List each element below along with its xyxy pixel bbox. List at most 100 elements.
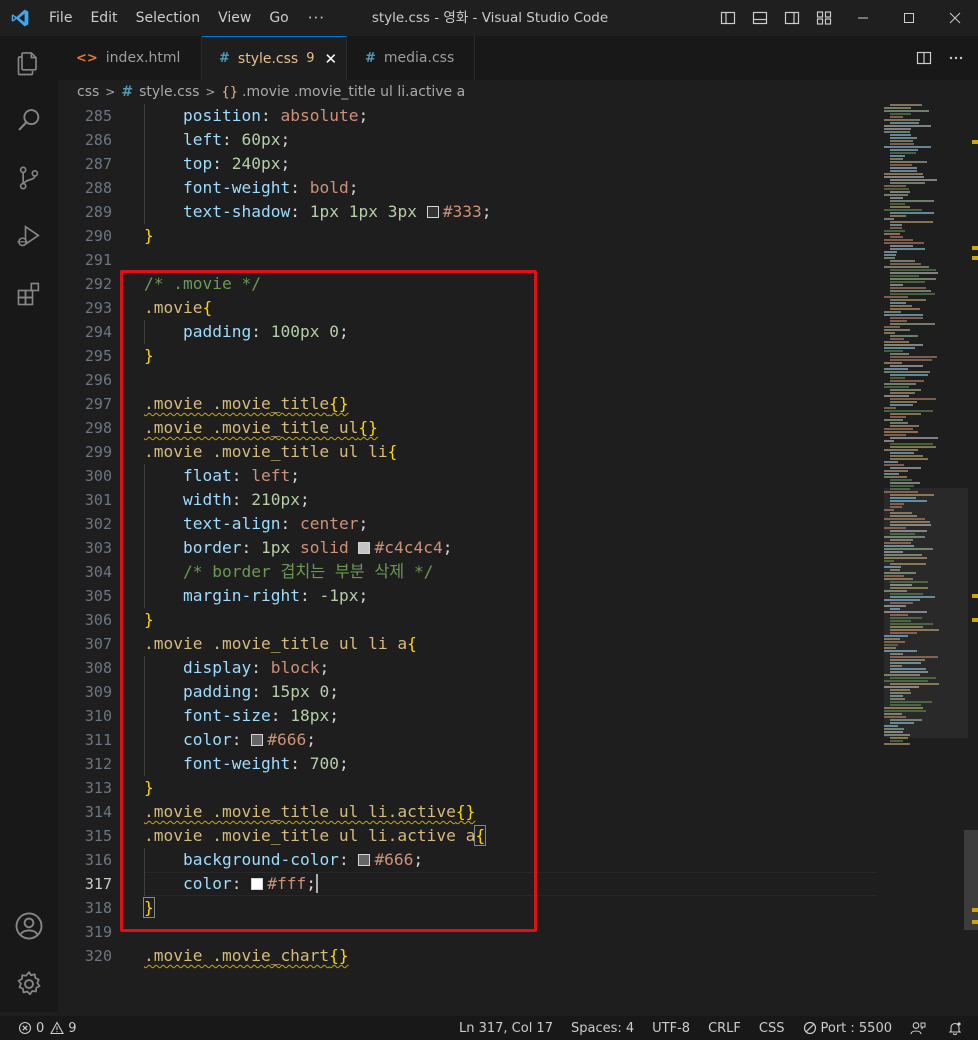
code-token: : — [260, 106, 281, 125]
minimap-line — [884, 428, 913, 430]
minimap-line — [884, 251, 897, 253]
code-line[interactable]: .movie .movie_chart{} — [144, 944, 349, 968]
minimap-line — [884, 461, 898, 463]
minimap-line — [890, 272, 938, 274]
maximize-icon[interactable] — [886, 0, 932, 36]
line-number: 288 — [84, 179, 112, 197]
tab-media-css[interactable]: # media.css — [347, 36, 475, 80]
run-and-debug-icon[interactable] — [0, 212, 58, 260]
source-control-icon[interactable] — [0, 154, 58, 202]
scrollbar-thumb[interactable] — [964, 830, 978, 930]
menu-selection[interactable]: Selection — [127, 0, 210, 36]
tab-label: style.css — [237, 50, 299, 67]
code-token: left — [183, 130, 222, 149]
close-tab-icon[interactable]: ✕ — [325, 50, 338, 68]
minimap-line — [884, 545, 914, 547]
problems-status[interactable]: 0 9 — [18, 1016, 86, 1040]
code-token: #333 — [442, 202, 482, 221]
code-line[interactable]: text-shadow: 1px 1px 3px #333; — [183, 200, 491, 224]
breadcrumb-file[interactable]: style.css — [139, 84, 199, 100]
notifications-bell-icon[interactable] — [939, 1016, 978, 1040]
tab-index-html[interactable]: <> index.html — [58, 36, 202, 80]
minimap-line — [884, 350, 903, 352]
minimap-line — [884, 713, 902, 715]
minimap-line — [884, 734, 910, 736]
color-swatch[interactable] — [426, 206, 439, 218]
toggle-secondary-sidebar-icon[interactable] — [776, 0, 808, 36]
indent-guide — [144, 152, 145, 176]
minimap-line — [890, 455, 923, 457]
minimap-line — [884, 725, 898, 727]
code-token: 240px — [231, 154, 281, 173]
line-number: 295 — [84, 347, 112, 365]
menu-edit[interactable]: Edit — [81, 0, 126, 36]
minimap-line — [890, 698, 905, 700]
minimap-line — [884, 566, 901, 568]
minimap-line — [884, 209, 922, 211]
more-actions-icon[interactable] — [940, 36, 972, 80]
breadcrumb-symbol[interactable]: .movie .movie_title ul li.active a — [242, 84, 465, 100]
code-token: : — [212, 154, 232, 173]
minimize-icon[interactable] — [840, 0, 886, 36]
indentation-setting[interactable]: Spaces: 4 — [562, 1016, 643, 1040]
minimap-line — [884, 635, 908, 637]
minimap-line — [884, 551, 903, 553]
manage-gear-icon[interactable] — [0, 960, 58, 1008]
minimap-line — [890, 200, 934, 202]
breadcrumb-folder[interactable]: css — [77, 84, 99, 100]
customize-layout-icon[interactable] — [808, 0, 840, 36]
scrollbar-warning-marker — [972, 246, 978, 250]
feedback-icon[interactable] — [901, 1016, 939, 1040]
toggle-primary-sidebar-icon[interactable] — [712, 0, 744, 36]
minimap-line — [890, 203, 905, 205]
minimap-line — [890, 416, 906, 418]
menu-file[interactable]: File — [40, 0, 81, 36]
code-line[interactable]: } — [144, 224, 154, 248]
minimap-line — [890, 392, 915, 394]
toggle-panel-icon[interactable] — [744, 0, 776, 36]
minimap-line — [884, 605, 906, 607]
file-encoding[interactable]: UTF-8 — [643, 1016, 699, 1040]
language-mode[interactable]: CSS — [750, 1016, 794, 1040]
minimap-line — [890, 569, 900, 571]
minimap-line — [890, 308, 920, 310]
minimap-line — [890, 398, 936, 400]
extensions-icon[interactable] — [0, 270, 58, 318]
minimap-line — [890, 620, 911, 622]
accounts-icon[interactable] — [0, 902, 58, 950]
explorer-icon[interactable] — [0, 40, 58, 88]
live-server-port[interactable]: Port : 5500 — [794, 1016, 902, 1040]
minimap-line — [890, 149, 918, 151]
code-token: : — [290, 178, 310, 197]
cursor-position[interactable]: Ln 317, Col 17 — [450, 1016, 562, 1040]
minimap[interactable] — [884, 104, 968, 1012]
minimap-line — [884, 194, 908, 196]
code-line[interactable]: position: absolute; — [183, 104, 368, 128]
minimap-line — [884, 611, 927, 613]
minimap-line — [890, 422, 908, 424]
minimap-line — [884, 176, 924, 178]
minimap-line — [884, 395, 909, 397]
minimap-line — [884, 680, 928, 682]
minimap-line — [884, 440, 894, 442]
minimap-line — [884, 728, 904, 730]
vscode-logo-icon[interactable] — [0, 0, 40, 36]
breadcrumb: css > # style.css > {} .movie .movie_tit… — [58, 80, 978, 104]
split-editor-icon[interactable] — [908, 36, 940, 80]
tab-style-css[interactable]: # style.css 9 ✕ — [202, 36, 347, 80]
code-line[interactable]: top: 240px; — [183, 152, 290, 176]
search-icon[interactable] — [0, 96, 58, 144]
minimap-line — [884, 233, 900, 235]
minimap-line — [884, 542, 911, 544]
minimap-line — [890, 404, 913, 406]
end-of-line[interactable]: CRLF — [699, 1016, 750, 1040]
line-number: 301 — [84, 491, 112, 509]
menu-view[interactable]: View — [209, 0, 260, 36]
close-window-icon[interactable] — [932, 0, 978, 36]
code-line[interactable]: font-weight: bold; — [183, 176, 358, 200]
minimap-line — [884, 518, 925, 520]
minimap-line — [884, 449, 918, 451]
code-line[interactable]: left: 60px; — [183, 128, 290, 152]
scrollbar-warning-marker — [972, 920, 978, 924]
minimap-line — [890, 167, 917, 169]
